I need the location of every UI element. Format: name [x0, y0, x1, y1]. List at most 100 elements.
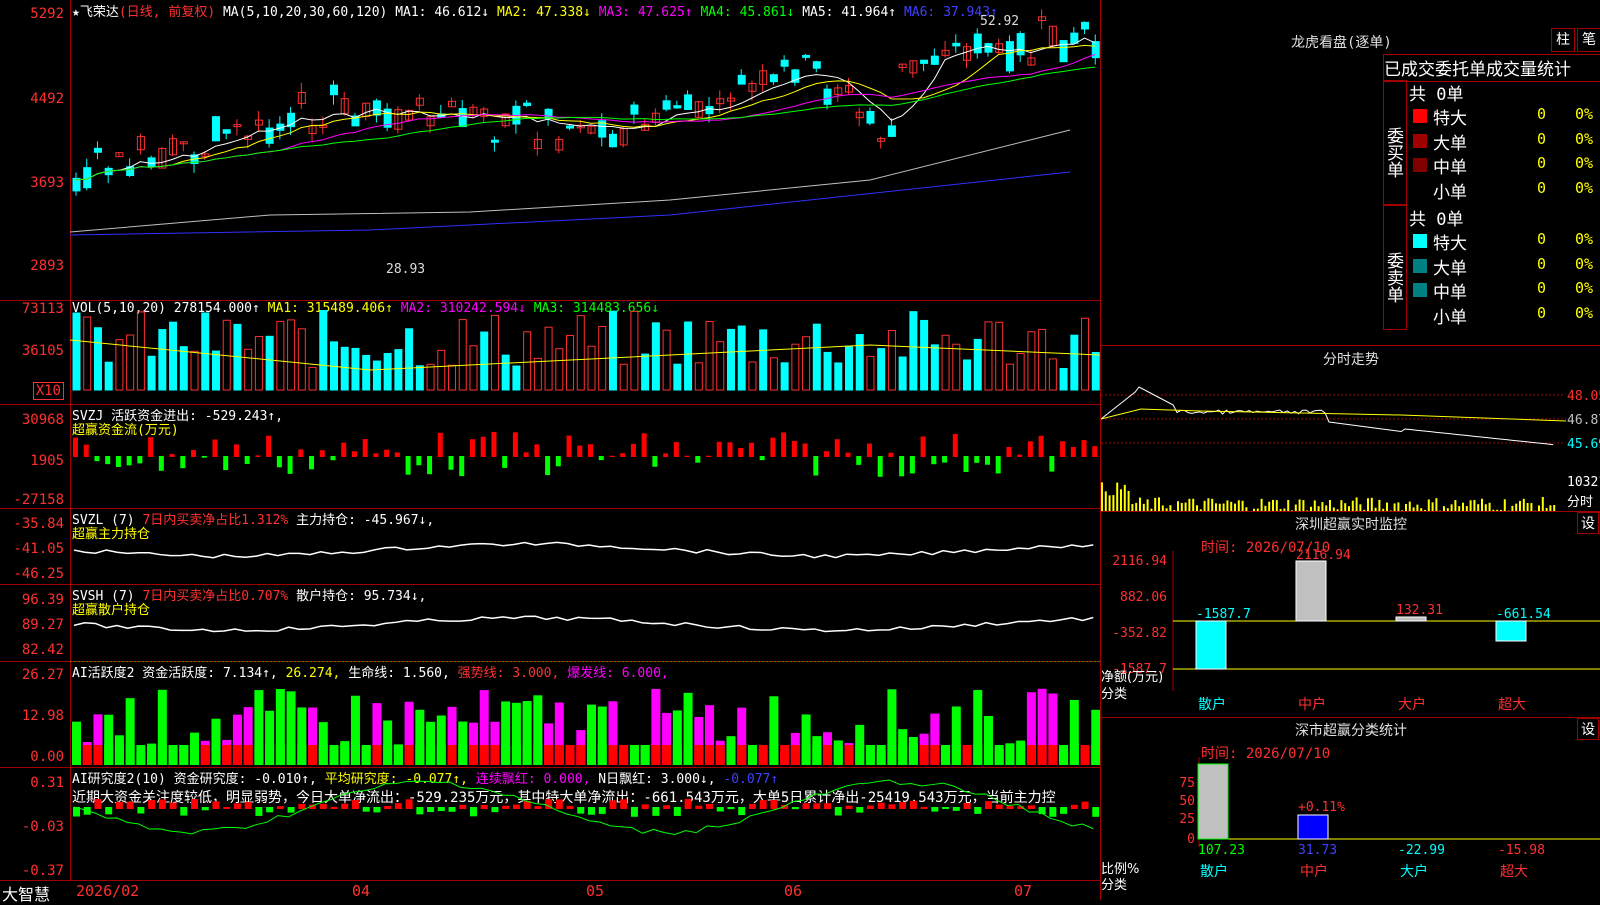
- activity-base: [222, 745, 231, 765]
- intraday-vol-bar: [1101, 482, 1103, 511]
- activity-base: [941, 745, 950, 765]
- volume-bar: [1060, 369, 1067, 390]
- flow-bar: [770, 438, 775, 457]
- candle: [663, 101, 670, 109]
- monitor-bar-value: 2116.94: [1296, 548, 1351, 563]
- intraday-tick: 46.87: [1567, 413, 1600, 428]
- flow-bar: [1071, 447, 1076, 457]
- flow-bar: [202, 456, 207, 458]
- activity-base: [523, 745, 532, 765]
- buy-row-count: 0: [1537, 130, 1546, 148]
- candle: [159, 148, 166, 168]
- activity-base: [297, 745, 306, 765]
- volume-bar: [255, 336, 262, 390]
- classify-value: -15.98: [1498, 843, 1545, 858]
- intraday-panel[interactable]: 分时走势 48.05 46.87 45.69 10321 分时: [1100, 345, 1600, 512]
- candle: [985, 44, 992, 53]
- activity-base: [576, 745, 585, 765]
- monitor-panel[interactable]: 深圳超赢实时监控 设 时间: 2026/07/10 2116.94882.06-…: [1100, 511, 1600, 718]
- flow-bar: [180, 456, 185, 468]
- volume-bar: [760, 330, 767, 390]
- volume-bar: [642, 354, 649, 390]
- classify-category: 超大: [1500, 864, 1528, 880]
- classify-value: -22.99: [1398, 843, 1445, 858]
- volume-bar: [202, 313, 209, 390]
- flow-bar: [212, 439, 217, 457]
- flow-bar: [695, 456, 700, 463]
- volume-panel[interactable]: 73113 36105 X10 VOL(5,10,20) 278154.000↑…: [0, 300, 1100, 405]
- flow-bar: [824, 451, 829, 457]
- volume-bars: [70, 300, 1100, 404]
- intraday-vol-bar: [1352, 501, 1354, 511]
- research-bar: [438, 807, 445, 811]
- flow-bar: [363, 439, 368, 457]
- research-bar: [1071, 805, 1078, 809]
- sell-row-pct: 0%: [1575, 230, 1593, 248]
- flow-bar: [867, 444, 872, 457]
- low-mark: 28.93: [386, 262, 425, 277]
- svsh-panel[interactable]: 96.39 89.27 82.42 SVSH (7) 7日内买卖净占比0.707…: [0, 584, 1100, 662]
- flow-bar: [985, 456, 990, 465]
- activity-base: [963, 745, 972, 765]
- flow-bar: [266, 436, 271, 457]
- candle: [223, 130, 230, 134]
- svzj-panel[interactable]: 30968 1905 -27158 SVZJ 活跃资金进出: -529.243↑…: [0, 404, 1100, 509]
- research-bar: [878, 803, 885, 809]
- candle: [94, 148, 101, 152]
- volume-bar: [1071, 335, 1078, 390]
- buy-row-count: 0: [1537, 154, 1546, 172]
- candle: [803, 55, 810, 57]
- candle: [524, 103, 531, 105]
- classify-panel[interactable]: 深市超赢分类统计 设 时间: 2026/07/10 7550250+0.11%1…: [1100, 717, 1600, 900]
- flow-bar: [524, 452, 529, 457]
- intraday-vol-bar: [1105, 491, 1107, 511]
- intraday-tick: 48.05: [1567, 389, 1600, 404]
- volume-bar: [899, 357, 906, 390]
- flow-bar: [427, 456, 432, 474]
- flow-bar: [685, 456, 690, 457]
- intraday-vol-bar: [1120, 489, 1122, 511]
- activity-base: [233, 745, 242, 765]
- ai-active-panel[interactable]: 26.27 12.98 0.00 AI活跃度2 资金活跃度: 7.134↑, 2…: [0, 661, 1100, 768]
- research-bar: [116, 802, 123, 809]
- ai-active-tick: 26.27: [22, 667, 64, 683]
- classify-category: 大户: [1400, 863, 1428, 880]
- bar-view-button[interactable]: 柱: [1551, 28, 1575, 52]
- intraday-vol-bar: [1489, 503, 1491, 511]
- flow-bar: [406, 456, 411, 475]
- volume-bar: [1028, 332, 1035, 390]
- candle: [148, 158, 155, 167]
- volume-bar: [792, 344, 799, 390]
- activity-base: [1081, 745, 1090, 765]
- ai-research-panel[interactable]: 0.31 -0.03 -0.37 AI研究度2(10) 资金研究度: -0.01…: [0, 767, 1100, 880]
- activity-base: [93, 745, 102, 765]
- flow-bar: [73, 438, 78, 457]
- volume-bar: [878, 349, 885, 390]
- monitor-bar: [1196, 621, 1226, 669]
- tick-view-button[interactable]: 笔: [1577, 28, 1600, 52]
- volume-bar: [996, 322, 1003, 390]
- monitor-category: 散户: [1198, 696, 1226, 713]
- intraday-vol-bar: [1139, 498, 1141, 511]
- flow-bar: [964, 456, 969, 472]
- activity-base: [887, 745, 896, 765]
- svzl-panel[interactable]: -35.84 -41.05 -46.25 SVZL (7) 7日内买卖净占比1.…: [0, 508, 1100, 585]
- intraday-chart[interactable]: [1101, 367, 1566, 511]
- price-panel[interactable]: 5292 4492 3693 2893 ★飞荣达(日线, 前复权) MA(5,1…: [0, 0, 1100, 301]
- flow-bar: [470, 439, 475, 457]
- candlestick-chart[interactable]: [70, 0, 1100, 300]
- activity-base: [533, 745, 542, 765]
- volume-bar: [835, 363, 842, 390]
- dragon-panel[interactable]: 龙虎看盘(逐单) 柱 笔 已成交委托单成交量统计 委买单 共 0单 委卖单 共 …: [1100, 0, 1600, 346]
- flow-bar: [996, 456, 1001, 473]
- candle: [813, 62, 820, 68]
- monitor-chart: 2116.94882.06-352.82-1587.7-1587.7散户2116…: [1101, 511, 1600, 717]
- volume-bar: [491, 315, 498, 390]
- research-bar: [738, 807, 745, 815]
- volume-bar: [1006, 364, 1013, 390]
- research-bar: [899, 802, 906, 809]
- research-bar: [706, 804, 713, 809]
- activity-base: [308, 745, 317, 765]
- intraday-vol-bar: [1432, 502, 1434, 511]
- candle: [974, 34, 981, 53]
